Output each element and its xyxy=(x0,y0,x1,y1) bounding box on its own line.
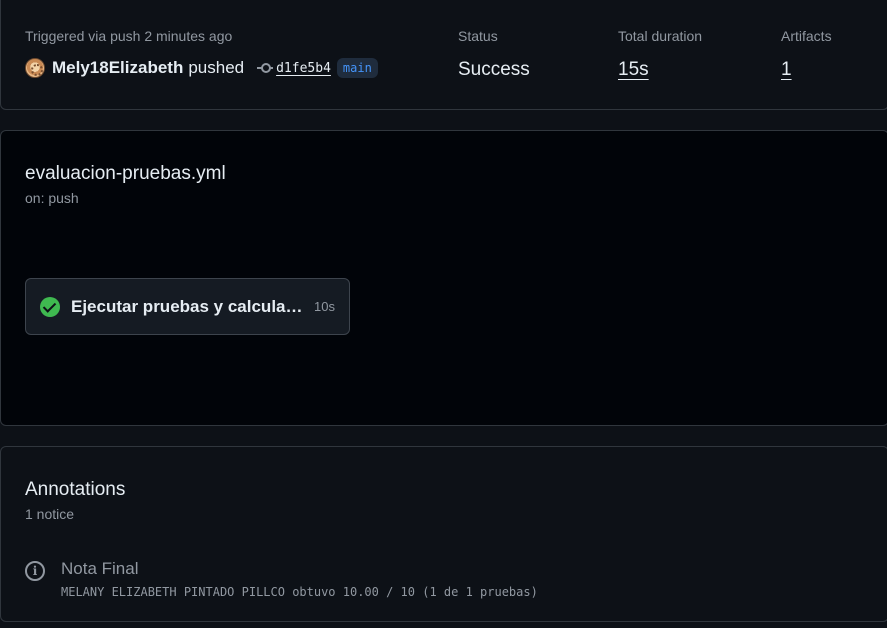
annotation-title[interactable]: Nota Final xyxy=(61,559,138,579)
status-label: Status xyxy=(458,28,498,44)
workflow-graph: evaluacion-pruebas.yml on: push Ejecutar… xyxy=(0,130,887,426)
job-name: Ejecutar pruebas y calcular nota xyxy=(71,296,303,316)
annotations-title: Annotations xyxy=(25,479,126,500)
workflow-trigger: on: push xyxy=(25,190,79,206)
annotations-panel: Annotations 1 notice i Nota Final MELANY… xyxy=(0,446,887,622)
commit-sha-link[interactable]: d1fe5b4 xyxy=(276,61,331,76)
trigger-text: Triggered via push 2 minutes ago xyxy=(25,28,233,44)
artifacts-link[interactable]: 1 xyxy=(781,59,792,81)
actor-row: Mely18Elizabeth pushed d1fe5b4 main xyxy=(25,58,378,78)
workflow-file-name: evaluacion-pruebas.yml xyxy=(25,163,226,184)
actor-action: pushed xyxy=(188,58,245,77)
check-circle-icon xyxy=(40,296,60,317)
run-summary: Triggered via push 2 minutes ago Mely18E… xyxy=(0,0,887,110)
annotation-message: MELANY ELIZABETH PINTADO PILLCO obtuvo 1… xyxy=(61,585,538,599)
avatar[interactable] xyxy=(25,58,45,78)
duration-label: Total duration xyxy=(618,28,703,44)
info-icon: i xyxy=(25,561,45,581)
artifacts-label: Artifacts xyxy=(781,28,832,44)
duration-link[interactable]: 15s xyxy=(618,59,649,81)
actor-link[interactable]: Mely18Elizabeth xyxy=(52,58,183,78)
branch-badge[interactable]: main xyxy=(336,58,378,78)
annotations-count: 1 notice xyxy=(25,506,75,522)
git-commit-icon xyxy=(257,60,274,76)
job-duration: 10s xyxy=(314,299,335,314)
job-card[interactable]: Ejecutar pruebas y calcular nota 10s xyxy=(25,278,350,335)
status-value: Success xyxy=(458,59,530,80)
